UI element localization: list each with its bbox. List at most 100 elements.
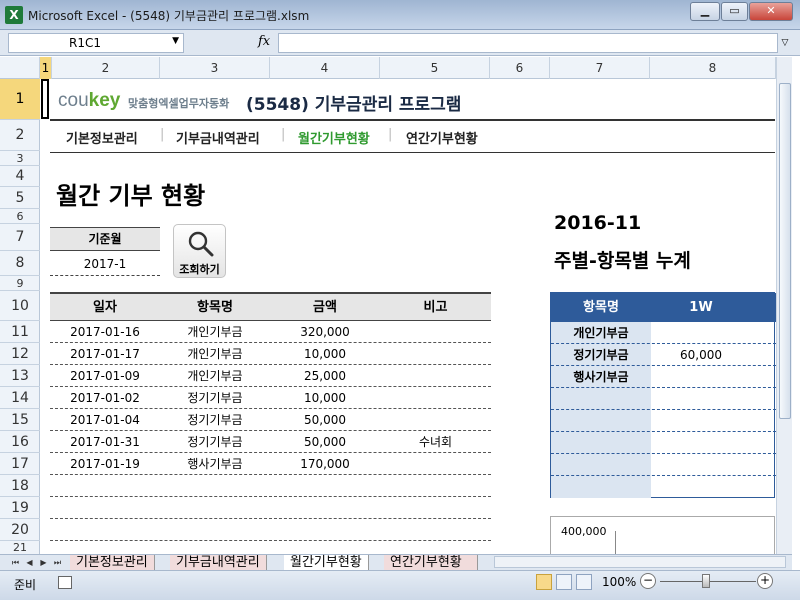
row-header[interactable]: 19 (0, 497, 40, 519)
summary-row[interactable] (551, 454, 776, 476)
cell-date[interactable]: 2017-01-19 (50, 453, 160, 475)
name-box[interactable]: R1C1 ▼ (8, 33, 184, 53)
page-break-view-icon[interactable] (576, 574, 592, 590)
base-month-input[interactable]: 2017-1 (50, 252, 160, 276)
row-header[interactable]: 2 (0, 120, 40, 151)
nav-donation-records[interactable]: 기부금내역관리 (176, 128, 260, 147)
table-row[interactable]: 2017-01-09 개인기부금 25,000 (50, 365, 491, 387)
summary-cell-week1[interactable] (651, 366, 751, 388)
summary-cell-week1[interactable] (651, 322, 751, 344)
row-header[interactable]: 3 (0, 151, 40, 166)
table-row[interactable]: 2017-01-31 정기기부금 50,000 수녀회 (50, 431, 491, 453)
zoom-level[interactable]: 100% (602, 575, 636, 589)
summary-cell-week1[interactable]: 60,000 (651, 344, 751, 366)
column-header[interactable]: 2 (52, 57, 160, 79)
table-row[interactable]: 2017-01-19 행사기부금 170,000 (50, 453, 491, 475)
prev-sheet-icon[interactable]: ◀ (24, 555, 35, 571)
search-button[interactable]: 조회하기 (173, 224, 226, 278)
last-sheet-icon[interactable]: ⏭ (52, 555, 63, 571)
table-row[interactable]: 2017-01-04 정기기부금 50,000 (50, 409, 491, 431)
cell-item[interactable]: 정기기부금 (160, 387, 270, 409)
nav-basic-info[interactable]: 기본정보관리 (66, 128, 138, 147)
zoom-in-button[interactable]: + (757, 573, 773, 589)
sheet-tab-yearly-status[interactable]: 연간기부현황 (384, 555, 478, 571)
cell-note[interactable] (380, 387, 491, 409)
cell-amount[interactable]: 320,000 (270, 321, 380, 343)
zoom-slider-thumb[interactable] (702, 574, 710, 588)
summary-row[interactable] (551, 432, 776, 454)
cell-note[interactable] (380, 321, 491, 343)
summary-cell-item[interactable]: 정기기부금 (551, 344, 651, 366)
cell-date[interactable]: 2017-01-16 (50, 321, 160, 343)
sheet-tab-donation-records[interactable]: 기부금내역관리 (170, 555, 267, 571)
row-header[interactable]: 17 (0, 453, 40, 475)
cell-date[interactable]: 2017-01-09 (50, 365, 160, 387)
summary-row[interactable]: 정기기부금 60,000 (551, 344, 776, 366)
cell-note[interactable] (380, 409, 491, 431)
cell-amount[interactable]: 50,000 (270, 409, 380, 431)
first-sheet-icon[interactable]: ⏮ (10, 555, 21, 571)
row-header[interactable]: 15 (0, 409, 40, 431)
cell-item[interactable]: 개인기부금 (160, 365, 270, 387)
table-row[interactable] (50, 519, 491, 541)
cell-item[interactable]: 정기기부금 (160, 431, 270, 453)
active-cell[interactable] (41, 79, 49, 119)
table-row[interactable] (50, 497, 491, 519)
summary-row[interactable]: 개인기부금 (551, 322, 776, 344)
cell-item[interactable]: 개인기부금 (160, 321, 270, 343)
next-sheet-icon[interactable]: ▶ (38, 555, 49, 571)
page-layout-view-icon[interactable] (556, 574, 572, 590)
scrollbar-thumb[interactable] (779, 83, 791, 419)
row-header[interactable]: 18 (0, 475, 40, 497)
summary-row[interactable]: 행사기부금 (551, 366, 776, 388)
summary-row[interactable] (551, 410, 776, 432)
column-header[interactable]: 6 (490, 57, 550, 79)
cell-date[interactable]: 2017-01-31 (50, 431, 160, 453)
restore-button[interactable]: ▭ (721, 2, 748, 21)
row-header[interactable]: 12 (0, 343, 40, 365)
formula-input[interactable] (278, 33, 778, 53)
nav-monthly-status[interactable]: 월간기부현황 (298, 128, 370, 147)
column-header[interactable]: 8 (650, 57, 776, 79)
column-header[interactable]: 3 (160, 57, 270, 79)
chevron-down-icon[interactable]: ▼ (172, 36, 179, 46)
cell-item[interactable]: 정기기부금 (160, 409, 270, 431)
column-header[interactable]: 4 (270, 57, 380, 79)
row-header[interactable]: 8 (0, 251, 40, 276)
cell-date[interactable]: 2017-01-04 (50, 409, 160, 431)
summary-row[interactable] (551, 388, 776, 410)
zoom-out-button[interactable]: − (640, 573, 656, 589)
cell-note[interactable] (380, 453, 491, 475)
row-header[interactable]: 10 (0, 291, 40, 321)
sheet-tab-basic-info[interactable]: 기본정보관리 (70, 555, 155, 571)
table-row[interactable]: 2017-01-02 정기기부금 10,000 (50, 387, 491, 409)
row-header[interactable]: 21 (0, 541, 40, 554)
row-header[interactable]: 14 (0, 387, 40, 409)
row-header[interactable]: 13 (0, 365, 40, 387)
table-row[interactable]: 2017-01-16 개인기부금 320,000 (50, 321, 491, 343)
cell-item[interactable]: 행사기부금 (160, 453, 270, 475)
cell-item[interactable]: 개인기부금 (160, 343, 270, 365)
cell-date[interactable]: 2017-01-17 (50, 343, 160, 365)
macro-record-icon[interactable] (58, 576, 72, 589)
row-header[interactable]: 16 (0, 431, 40, 453)
row-header[interactable]: 20 (0, 519, 40, 541)
column-header[interactable]: 1 (40, 57, 52, 79)
cell-amount[interactable]: 50,000 (270, 431, 380, 453)
row-header[interactable]: 1 (0, 79, 40, 120)
cell-note[interactable] (380, 343, 491, 365)
summary-cell-item[interactable]: 행사기부금 (551, 366, 651, 388)
row-header[interactable]: 7 (0, 224, 40, 251)
row-header[interactable]: 4 (0, 166, 40, 187)
minimize-button[interactable]: ▁ (690, 2, 720, 21)
chart-area[interactable]: 400,000 (550, 516, 775, 557)
normal-view-icon[interactable] (536, 574, 552, 590)
cell-amount[interactable]: 10,000 (270, 343, 380, 365)
column-header[interactable]: 7 (550, 57, 650, 79)
close-button[interactable]: ✕ (749, 2, 793, 21)
table-row[interactable] (50, 475, 491, 497)
expand-formula-icon[interactable]: ▽ (778, 33, 792, 53)
cell-date[interactable]: 2017-01-02 (50, 387, 160, 409)
horizontal-scrollbar[interactable] (494, 556, 786, 568)
vertical-scrollbar[interactable] (776, 57, 792, 554)
